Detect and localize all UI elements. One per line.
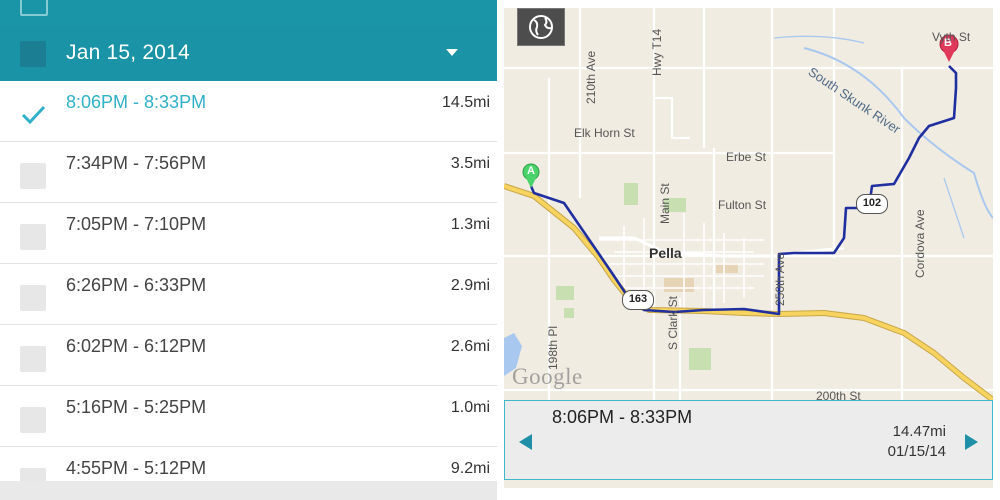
trip-distance: 1.3mi — [450, 216, 490, 233]
trip-time-range: 7:05PM - 7:10PM — [66, 214, 207, 234]
trip-checkbox[interactable] — [20, 224, 46, 250]
road-label-250th-ave: 250th Ave — [773, 252, 787, 306]
road-label-elk-horn-st: Elk Horn St — [574, 126, 635, 140]
trip-time-range: 5:16PM - 5:25PM — [66, 397, 207, 417]
trip-time-range: 7:34PM - 7:56PM — [66, 153, 207, 173]
highway-shield-163: 163 — [622, 290, 654, 310]
trip-distance: 2.6mi — [450, 338, 490, 355]
trip-checkbox[interactable] — [20, 346, 46, 372]
trip-checkbox[interactable] — [20, 407, 46, 433]
trip-distance: 9.2mi — [450, 460, 490, 477]
date-header[interactable]: Jan 15, 2014 — [0, 26, 497, 81]
google-logo: Google — [512, 364, 583, 389]
trip-distance: 2.9mi — [450, 277, 490, 294]
trip-time-range: 6:02PM - 6:12PM — [66, 336, 207, 356]
road-label-erbe-st: Erbe St — [726, 150, 767, 164]
trip-row[interactable]: 6:26PM - 6:33PM 2.9mi — [0, 264, 497, 325]
road-label-s-clark-st: S Clark St — [666, 295, 680, 350]
trip-checkbox[interactable] — [20, 163, 46, 189]
trip-checkbox-checked[interactable] — [20, 102, 46, 128]
trip-row[interactable]: 7:05PM - 7:10PM 1.3mi — [0, 203, 497, 264]
road-label-fulton-st: Fulton St — [718, 198, 767, 212]
map-type-button[interactable] — [517, 8, 565, 46]
road-label-top-st: Vyth St — [932, 30, 971, 44]
list-bottom-band — [0, 481, 497, 500]
globe-icon — [529, 15, 553, 39]
marker-a[interactable]: A — [527, 165, 535, 177]
date-header-label: Jan 15, 2014 — [66, 41, 190, 64]
trip-row[interactable]: 7:34PM - 7:56PM 3.5mi — [0, 142, 497, 203]
road-label-main-st: Main St — [658, 183, 672, 224]
trip-rows: 8:06PM - 8:33PM 14.5mi 7:34PM - 7:56PM 3.5m… — [0, 81, 497, 500]
trip-row[interactable]: 5:16PM - 5:25PM 1.0mi — [0, 386, 497, 447]
trip-row[interactable]: 6:02PM - 6:12PM 2.6mi — [0, 325, 497, 386]
trip-time-range: 4:55PM - 5:12PM — [66, 458, 207, 478]
date-select-all-checkbox[interactable] — [20, 41, 46, 67]
caret-down-icon[interactable] — [446, 49, 458, 56]
trip-time: 8:06PM - 8:33PM — [552, 407, 693, 427]
trip-time-range: 6:26PM - 6:33PM — [66, 275, 207, 295]
trip-distance: 14.5mi — [441, 94, 490, 111]
prev-trip-arrow-icon[interactable] — [519, 434, 532, 450]
trip-info-panel: 8:06PM - 8:33PM 14.47mi 01/15/14 — [504, 400, 993, 480]
checkmark-icon — [21, 105, 46, 125]
next-trip-arrow-icon[interactable] — [965, 434, 978, 450]
town-label-pella: Pella — [649, 245, 682, 261]
previous-header-checkbox — [20, 0, 48, 16]
trip-row[interactable]: 8:06PM - 8:33PM 14.5mi — [0, 81, 497, 142]
map-panel[interactable]: A B 210th Ave Hwy T14 Elk Horn St Erbe S… — [504, 8, 993, 488]
road-label-hwy-t14: Hwy T14 — [650, 28, 664, 76]
trip-date: 01/15/14 — [887, 443, 946, 460]
road-label-cordova-ave: Cordova Ave — [913, 209, 927, 279]
trip-time-range: 8:06PM - 8:33PM — [66, 92, 207, 112]
trip-list-panel: Jan 15, 2014 8:06PM - 8:33PM 14.5mi 7:34PM… — [0, 0, 497, 500]
trip-checkbox[interactable] — [20, 285, 46, 311]
trip-distance: 14.47mi — [892, 423, 946, 440]
trip-distance: 3.5mi — [450, 155, 490, 172]
highway-shield-102: 102 — [856, 194, 888, 214]
trip-distance: 1.0mi — [450, 399, 490, 416]
previous-date-header[interactable] — [0, 0, 497, 27]
road-label-210th-ave: 210th Ave — [584, 50, 598, 104]
